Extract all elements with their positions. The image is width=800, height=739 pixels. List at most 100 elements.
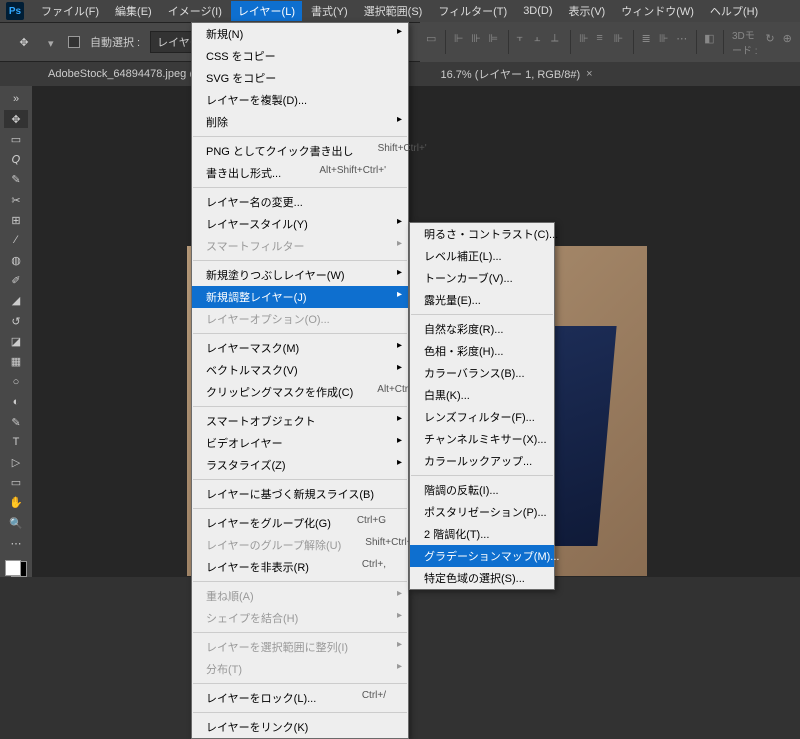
adjustment-menu-item[interactable]: チャンネルミキサー(X)... xyxy=(410,428,554,450)
menu-item-label: カラーバランス(B)... xyxy=(424,365,525,381)
dodge-tool[interactable]: ◐ xyxy=(4,393,28,411)
tool-preset-dropdown[interactable]: ▾ xyxy=(48,37,58,47)
pen-tool[interactable]: ✎ xyxy=(4,413,28,431)
brush-tool[interactable]: ✐ xyxy=(4,272,28,290)
document-tab-1[interactable]: AdobeStock_64894478.jpeg @ xyxy=(38,64,210,84)
layer-menu-item[interactable]: レイヤーマスク(M) xyxy=(192,337,408,359)
align-left-icon[interactable]: ⊩ xyxy=(454,32,465,52)
layer-menu-item[interactable]: ビデオレイヤー xyxy=(192,432,408,454)
adjustment-menu-item[interactable]: グラデーションマップ(M)... xyxy=(410,545,554,567)
align-bottom-icon[interactable]: ⟂ xyxy=(551,32,562,52)
heal-tool[interactable]: ◍ xyxy=(4,252,28,270)
layer-menu-item[interactable]: レイヤーをロック(L)...Ctrl+/ xyxy=(192,687,408,709)
layer-menu-item[interactable]: PNG としてクイック書き出しShift+Ctrl+' xyxy=(192,140,408,162)
align-center-h-icon[interactable]: ⊪ xyxy=(471,32,482,52)
document-tab-2[interactable]: 16.7% (レイヤー 1, RGB/8#) × xyxy=(430,62,602,86)
auto-select-checkbox[interactable] xyxy=(68,36,80,48)
align-center-v-icon[interactable]: ⫠ xyxy=(534,32,545,52)
adjustment-menu-item[interactable]: 明るさ・コントラスト(C)... xyxy=(410,223,554,245)
adjustment-menu-item[interactable]: 階調の反転(I)... xyxy=(410,479,554,501)
distribute-5-icon[interactable]: ⊪ xyxy=(659,32,670,52)
hand-tool[interactable]: ✋ xyxy=(4,494,28,512)
distribute-3-icon[interactable]: ⊪ xyxy=(614,32,625,52)
align-top-icon[interactable]: ⫟ xyxy=(516,32,527,52)
close-icon[interactable]: × xyxy=(586,68,592,80)
layer-menu-item[interactable]: 新規塗りつぶしレイヤー(W) xyxy=(192,264,408,286)
menu-edit[interactable]: 編集(E) xyxy=(108,1,159,21)
lasso-tool[interactable]: 𝘘 xyxy=(4,151,28,169)
layer-menu-item[interactable]: 新規(N) xyxy=(192,23,408,45)
more-options-icon[interactable]: ⋯ xyxy=(676,32,687,52)
adjustment-menu-item[interactable]: 特定色域の選択(S)... xyxy=(410,567,554,589)
layer-menu-item[interactable]: ベクトルマスク(V) xyxy=(192,359,408,381)
layer-menu-item[interactable]: レイヤーに基づく新規スライス(B) xyxy=(192,483,408,505)
color-swatch[interactable] xyxy=(5,560,27,577)
layer-menu-item[interactable]: レイヤー名の変更... xyxy=(192,191,408,213)
layer-menu-item[interactable]: レイヤースタイル(Y) xyxy=(192,213,408,235)
gradient-tool[interactable]: ▦ xyxy=(4,352,28,370)
menu-item-label: 重ね順(A) xyxy=(206,588,254,604)
layer-menu-item[interactable]: クリッピングマスクを作成(C)Alt+Ctrl+G xyxy=(192,381,408,403)
blur-tool[interactable]: ○ xyxy=(4,373,28,391)
quick-select-tool[interactable]: ✎ xyxy=(4,171,28,189)
layer-menu-item[interactable]: レイヤーをグループ化(G)Ctrl+G xyxy=(192,512,408,534)
menu-type[interactable]: 書式(Y) xyxy=(304,1,355,21)
adjustment-menu-item[interactable]: 色相・彩度(H)... xyxy=(410,340,554,362)
distribute-h-icon[interactable]: ⊪ xyxy=(579,32,590,52)
orbit-3d-icon[interactable]: ↻ xyxy=(765,32,776,52)
menu-select[interactable]: 選択範囲(S) xyxy=(357,1,430,21)
layer-menu-item[interactable]: ラスタライズ(Z) xyxy=(192,454,408,476)
layer-menu-item[interactable]: レイヤーを非表示(R)Ctrl+, xyxy=(192,556,408,578)
adjustment-menu-item[interactable]: 白黒(K)... xyxy=(410,384,554,406)
collapse-icon[interactable]: » xyxy=(4,90,28,108)
menu-image[interactable]: イメージ(I) xyxy=(161,1,229,21)
align-right-icon[interactable]: ⊫ xyxy=(489,32,500,52)
eyedropper-tool[interactable]: ⁄ xyxy=(4,231,28,249)
shape-tool[interactable]: ▭ xyxy=(4,474,28,492)
layer-menu-item[interactable]: CSS をコピー xyxy=(192,45,408,67)
layer-menu-item[interactable]: レイヤーを複製(D)... xyxy=(192,89,408,111)
menu-file[interactable]: ファイル(F) xyxy=(34,1,106,21)
zoom-tool[interactable]: 🔍 xyxy=(4,514,28,532)
layer-menu-item[interactable]: 削除 xyxy=(192,111,408,133)
layer-menu-item[interactable]: スマートオブジェクト xyxy=(192,410,408,432)
layer-menu-item[interactable]: レイヤーをリンク(K) xyxy=(192,716,408,738)
adjustment-menu-item[interactable]: ポスタリゼーション(P)... xyxy=(410,501,554,523)
path-select-tool[interactable]: ▷ xyxy=(4,453,28,471)
menu-layer[interactable]: レイヤー(L) xyxy=(231,1,302,21)
menu-filter[interactable]: フィルター(T) xyxy=(431,1,514,21)
layer-menu-item[interactable]: SVG をコピー xyxy=(192,67,408,89)
move-tool-icon[interactable]: ✥ xyxy=(10,28,38,56)
frame-tool[interactable]: ⊞ xyxy=(4,211,28,229)
overlap-icon[interactable]: ◧ xyxy=(704,32,715,52)
layer-menu-item[interactable]: 新規調整レイヤー(J) xyxy=(192,286,408,308)
history-brush-tool[interactable]: ↺ xyxy=(4,312,28,330)
pan-3d-icon[interactable]: ⊕ xyxy=(783,32,794,52)
type-tool[interactable]: T xyxy=(4,433,28,451)
transform-controls-icon[interactable]: ▭ xyxy=(426,32,437,52)
menu-item-label: 新規(N) xyxy=(206,26,243,42)
layer-menu-item[interactable]: 書き出し形式...Alt+Shift+Ctrl+' xyxy=(192,162,408,184)
adjustment-menu-item[interactable]: 2 階調化(T)... xyxy=(410,523,554,545)
menu-separator xyxy=(411,314,553,315)
distribute-v-icon[interactable]: ≡ xyxy=(596,32,607,52)
menu-help[interactable]: ヘルプ(H) xyxy=(703,1,765,21)
adjustment-menu-item[interactable]: カラーバランス(B)... xyxy=(410,362,554,384)
menu-window[interactable]: ウィンドウ(W) xyxy=(614,1,701,21)
marquee-tool[interactable]: ▭ xyxy=(4,130,28,148)
distribute-4-icon[interactable]: ≣ xyxy=(642,32,653,52)
adjustment-menu-item[interactable]: トーンカーブ(V)... xyxy=(410,267,554,289)
foreground-color-swatch[interactable] xyxy=(5,560,21,576)
move-tool[interactable]: ✥ xyxy=(4,110,28,128)
menu-3d[interactable]: 3D(D) xyxy=(516,3,559,19)
menu-view[interactable]: 表示(V) xyxy=(562,1,613,21)
crop-tool[interactable]: ✂ xyxy=(4,191,28,209)
stamp-tool[interactable]: ◢ xyxy=(4,292,28,310)
eraser-tool[interactable]: ◪ xyxy=(4,332,28,350)
adjustment-menu-item[interactable]: レンズフィルター(F)... xyxy=(410,406,554,428)
adjustment-menu-item[interactable]: カラールックアップ... xyxy=(410,450,554,472)
edit-toolbar[interactable]: ⋯ xyxy=(4,534,28,552)
adjustment-menu-item[interactable]: レベル補正(L)... xyxy=(410,245,554,267)
adjustment-menu-item[interactable]: 露光量(E)... xyxy=(410,289,554,311)
adjustment-menu-item[interactable]: 自然な彩度(R)... xyxy=(410,318,554,340)
